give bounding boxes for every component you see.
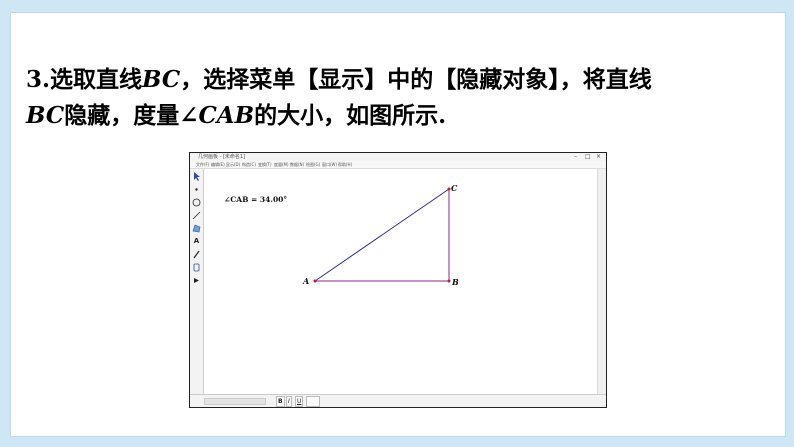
polygon-tool-icon[interactable]	[191, 223, 202, 234]
menu-help[interactable]: 帮助(H)	[338, 161, 352, 168]
menu-window[interactable]: 窗口(W)	[322, 161, 337, 168]
menu-transform[interactable]: 变换(T)	[258, 161, 272, 168]
bold-button[interactable]: B	[276, 396, 285, 407]
marker-tool-icon[interactable]	[191, 249, 202, 260]
point-b[interactable]	[447, 279, 451, 283]
menu-file[interactable]: 文件(F)	[196, 161, 209, 168]
point-a[interactable]	[313, 279, 317, 283]
point-c-label: C	[451, 183, 458, 193]
status-bar: B I U	[190, 394, 606, 407]
line-name-bc: BC	[26, 102, 65, 129]
sketch-canvas[interactable]: ∠CAB = 34.00° A B C	[204, 169, 599, 396]
instruction-text: 3.选取直线BC，选择菜单【显示】中的【隐藏对象】，将直线 BC隐藏，度量∠CAB…	[26, 62, 756, 134]
angle-measurement-label[interactable]: ∠CAB = 34.00°	[224, 195, 287, 204]
compass-tool-icon[interactable]	[191, 197, 202, 208]
sketchpad-window: 几何画板 - [未命名1] – □ × 文件(F) 编辑(E) 显示(D) 构造…	[189, 152, 607, 408]
minimize-button[interactable]: –	[574, 153, 577, 161]
text-tool-icon[interactable]: A	[191, 236, 202, 247]
menu-bar: 文件(F) 编辑(E) 显示(D) 构造(C) 变换(T) 度量(M) 数据(N…	[190, 161, 606, 169]
horizontal-scrollbar[interactable]	[204, 398, 266, 405]
vertical-scrollbar[interactable]	[597, 169, 606, 396]
menu-construct[interactable]: 构造(C)	[242, 161, 256, 168]
caption-part: ，选择菜单【显示】中的【隐藏对象】，将直线	[180, 66, 652, 93]
custom-tool-icon[interactable]	[191, 275, 202, 286]
italic-button[interactable]: I	[286, 396, 292, 407]
point-tool-icon[interactable]	[191, 184, 202, 195]
select-arrow-icon[interactable]	[191, 171, 202, 182]
line-name-bc: BC	[142, 66, 181, 93]
point-a-label: A	[303, 276, 310, 286]
caption-part: 的大小，如图所示.	[254, 102, 447, 129]
format-more-button[interactable]	[306, 396, 320, 407]
window-title: 几何画板 - [未命名1]	[198, 154, 246, 160]
close-button[interactable]: ×	[596, 153, 601, 161]
menu-display[interactable]: 显示(D)	[226, 161, 240, 168]
point-b-label: B	[452, 277, 459, 287]
underline-button[interactable]: U	[295, 396, 304, 407]
slide-background: 3.选取直线BC，选择菜单【显示】中的【隐藏对象】，将直线 BC隐藏，度量∠CAB…	[0, 0, 794, 447]
angle-name-cab: CAB	[198, 102, 255, 129]
caption-part: 隐藏，度量∠	[64, 102, 199, 129]
menu-measure[interactable]: 度量(M)	[274, 161, 289, 168]
caption-part: 选取直线	[50, 66, 143, 93]
menu-edit[interactable]: 编辑(E)	[211, 161, 225, 168]
toolbox: A	[190, 169, 204, 396]
menu-number[interactable]: 数据(N)	[290, 161, 304, 168]
restore-button[interactable]: □	[585, 153, 591, 161]
straightedge-tool-icon[interactable]	[191, 210, 202, 221]
segment-ac[interactable]	[314, 188, 450, 282]
menu-graph[interactable]: 绘图(G)	[306, 161, 320, 168]
step-number: 3.	[26, 66, 51, 93]
information-tool-icon[interactable]	[191, 262, 202, 273]
title-bar: 几何画板 - [未命名1] – □ ×	[190, 153, 606, 161]
